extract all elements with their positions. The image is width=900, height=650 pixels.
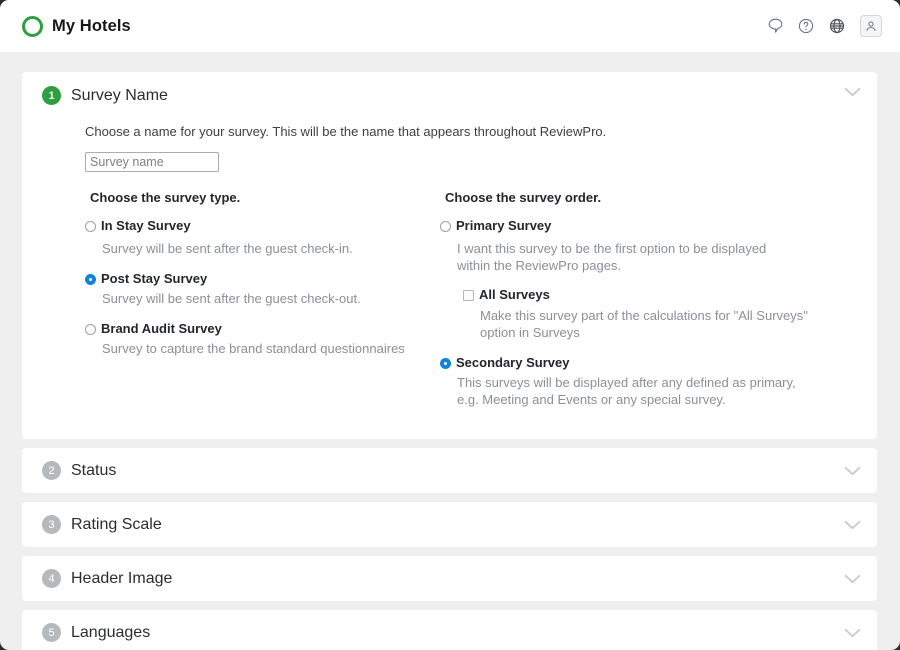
survey-type-column: Choose the survey type. In Stay Survey S… bbox=[85, 190, 440, 413]
chevron-down-icon[interactable] bbox=[844, 466, 861, 476]
checkbox-all-surveys[interactable] bbox=[463, 290, 474, 301]
section-badge-5: 5 bbox=[42, 623, 61, 642]
section-title-5: Languages bbox=[71, 623, 150, 642]
section-header-image: 4 Header Image bbox=[22, 556, 877, 601]
chevron-down-icon[interactable] bbox=[844, 87, 861, 97]
radio-in-stay-survey[interactable] bbox=[85, 221, 96, 232]
chevron-down-icon[interactable] bbox=[844, 628, 861, 638]
option-in-stay-survey[interactable]: In Stay Survey Survey will be sent after… bbox=[85, 218, 440, 257]
desc-in-stay-survey: Survey will be sent after the guest chec… bbox=[102, 240, 440, 257]
section-header-header-image[interactable]: 4 Header Image bbox=[22, 556, 877, 601]
survey-order-heading: Choose the survey order. bbox=[445, 190, 857, 205]
content-area: 1 Survey Name Choose a name for your sur… bbox=[0, 52, 900, 650]
section-header-rating-scale[interactable]: 3 Rating Scale bbox=[22, 502, 877, 547]
option-primary-survey[interactable]: Primary Survey I want this survey to be … bbox=[440, 218, 857, 274]
section-header-survey-name[interactable]: 1 Survey Name bbox=[22, 72, 877, 116]
help-icon[interactable] bbox=[798, 18, 814, 34]
radio-secondary-survey[interactable] bbox=[440, 358, 451, 369]
desc-brand-audit-survey: Survey to capture the brand standard que… bbox=[102, 340, 440, 357]
section-header-languages[interactable]: 5 Languages bbox=[22, 610, 877, 650]
desc-primary-survey: I want this survey to be the first optio… bbox=[457, 240, 797, 274]
desc-post-stay-survey: Survey will be sent after the guest chec… bbox=[102, 290, 440, 307]
survey-name-input[interactable] bbox=[85, 152, 219, 172]
radio-post-stay-survey[interactable] bbox=[85, 274, 96, 285]
survey-order-column: Choose the survey order. Primary Survey … bbox=[440, 190, 857, 413]
section-title-1: Survey Name bbox=[71, 86, 168, 105]
section-status: 2 Status bbox=[22, 448, 877, 493]
section-body-survey-name: Choose a name for your survey. This will… bbox=[22, 124, 877, 439]
survey-name-intro: Choose a name for your survey. This will… bbox=[85, 124, 857, 139]
desc-all-surveys: Make this survey part of the calculation… bbox=[480, 307, 820, 341]
option-post-stay-survey[interactable]: Post Stay Survey Survey will be sent aft… bbox=[85, 271, 440, 307]
radio-primary-survey[interactable] bbox=[440, 221, 451, 232]
option-all-surveys[interactable]: All Surveys Make this survey part of the… bbox=[463, 287, 857, 341]
account-avatar-icon[interactable] bbox=[860, 15, 882, 37]
section-title-3: Rating Scale bbox=[71, 515, 162, 534]
survey-type-heading: Choose the survey type. bbox=[90, 190, 440, 205]
app-window: My Hotels bbox=[0, 0, 900, 650]
option-secondary-survey[interactable]: Secondary Survey This surveys will be di… bbox=[440, 355, 857, 408]
brand-name: My Hotels bbox=[52, 17, 131, 36]
label-secondary-survey: Secondary Survey bbox=[456, 355, 569, 371]
top-bar-icons bbox=[768, 15, 882, 37]
label-brand-audit-survey: Brand Audit Survey bbox=[101, 321, 222, 337]
section-survey-name: 1 Survey Name Choose a name for your sur… bbox=[22, 72, 877, 439]
section-title-2: Status bbox=[71, 461, 116, 480]
radio-brand-audit-survey[interactable] bbox=[85, 324, 96, 335]
section-badge-2: 2 bbox=[42, 461, 61, 480]
label-all-surveys: All Surveys bbox=[479, 287, 550, 303]
chevron-down-icon[interactable] bbox=[844, 574, 861, 584]
options-columns: Choose the survey type. In Stay Survey S… bbox=[85, 190, 857, 413]
brand[interactable]: My Hotels bbox=[22, 16, 131, 37]
option-brand-audit-survey[interactable]: Brand Audit Survey Survey to capture the… bbox=[85, 321, 440, 357]
logo-ring-icon bbox=[22, 16, 43, 37]
section-badge-3: 3 bbox=[42, 515, 61, 534]
label-primary-survey: Primary Survey bbox=[456, 218, 551, 234]
section-header-status[interactable]: 2 Status bbox=[22, 448, 877, 493]
globe-icon[interactable] bbox=[829, 18, 845, 34]
label-post-stay-survey: Post Stay Survey bbox=[101, 271, 207, 287]
feedback-icon[interactable] bbox=[768, 18, 783, 34]
section-badge-4: 4 bbox=[42, 569, 61, 588]
section-badge-1: 1 bbox=[42, 86, 61, 105]
section-title-4: Header Image bbox=[71, 569, 172, 588]
section-rating-scale: 3 Rating Scale bbox=[22, 502, 877, 547]
desc-secondary-survey: This surveys will be displayed after any… bbox=[457, 374, 797, 408]
chevron-down-icon[interactable] bbox=[844, 520, 861, 530]
top-bar: My Hotels bbox=[0, 0, 900, 52]
section-languages: 5 Languages bbox=[22, 610, 877, 650]
label-in-stay-survey: In Stay Survey bbox=[101, 218, 191, 234]
